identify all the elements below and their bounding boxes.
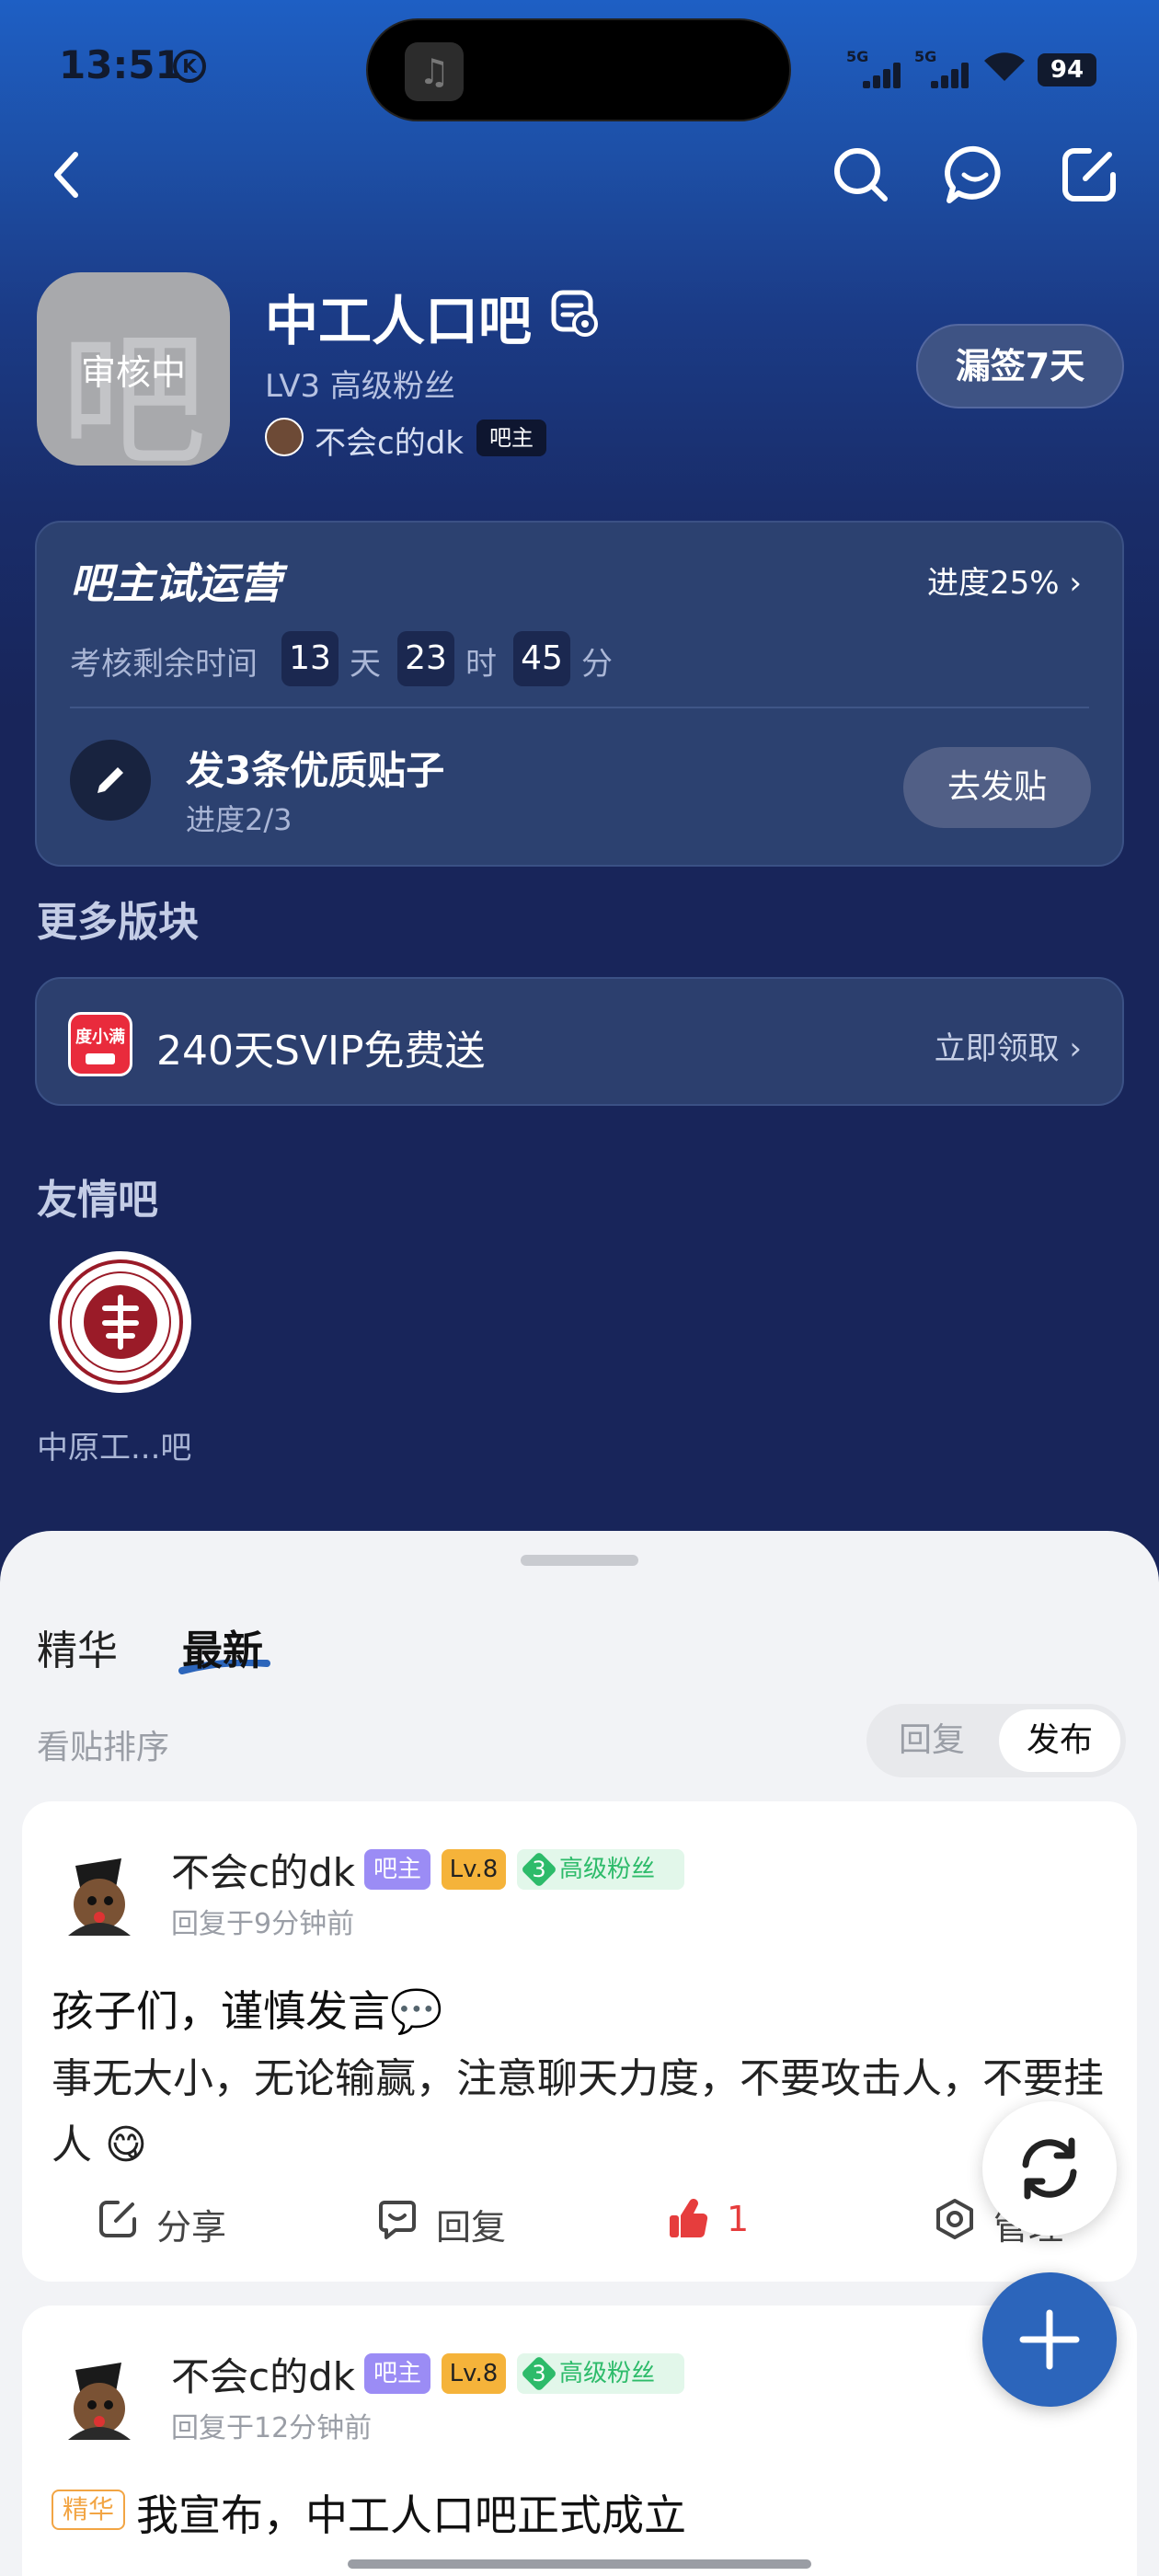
- go-post-button[interactable]: 去发贴: [903, 747, 1091, 828]
- remain-label: 考核剩余时间: [70, 646, 258, 683]
- author-avatar[interactable]: [48, 2344, 149, 2445]
- author-name[interactable]: 不会c的dk: [171, 1842, 355, 1898]
- search-icon[interactable]: [824, 138, 898, 212]
- owner-tag: 吧主: [364, 1849, 430, 1890]
- level-tag: Lv.8: [442, 1849, 506, 1890]
- owner-tag: 吧主: [364, 2353, 430, 2394]
- fan-tag: 3 高级粉丝: [517, 2353, 684, 2394]
- home-indicator[interactable]: [348, 2559, 811, 2569]
- trial-progress-link[interactable]: 进度25% ›: [927, 558, 1082, 603]
- more-sections-title: 更多版块: [37, 899, 199, 946]
- university-seal-icon: [58, 1259, 183, 1385]
- days-value: 13: [281, 631, 339, 686]
- sheet-handle[interactable]: [521, 1555, 638, 1566]
- status-bar: 13:51 K ♫ 5G 5G 94: [0, 0, 1159, 138]
- message-icon[interactable]: [938, 138, 1012, 212]
- author-avatar[interactable]: [48, 1840, 149, 1941]
- refresh-icon: [1022, 2137, 1077, 2200]
- level-tag: Lv.8: [442, 2353, 506, 2394]
- minutes-unit: 分: [581, 646, 613, 683]
- refresh-button[interactable]: [982, 2101, 1117, 2236]
- manage-icon: [936, 2199, 973, 2239]
- hours-value: 23: [397, 631, 454, 686]
- share-icon: [99, 2201, 136, 2237]
- thumbs-up-icon: [670, 2199, 708, 2238]
- post-card[interactable]: 不会c的dk 吧主 Lv.8 3 高级粉丝 回复于12分钟前 精华 我宣布，中工…: [22, 2306, 1137, 2576]
- battery-indicator: 94: [1038, 53, 1096, 86]
- status-time: 13:51: [59, 42, 182, 87]
- essence-tag: 精华: [52, 2490, 125, 2530]
- tab-essence[interactable]: 精华: [37, 1617, 118, 1676]
- sort-label: 看贴排序: [37, 1729, 170, 1766]
- friend-forums-title: 友情吧: [37, 1177, 158, 1224]
- task-title: 发3条优质贴子: [186, 748, 445, 793]
- sort-toggle: 回复 发布: [866, 1704, 1126, 1777]
- dynamic-island: ♫: [366, 18, 791, 121]
- sort-by-post[interactable]: 发布: [999, 1709, 1120, 1772]
- chevron-right-icon: ›: [1069, 1030, 1082, 1067]
- days-unit: 天: [350, 646, 381, 683]
- author-name[interactable]: 不会c的dk: [171, 2346, 355, 2402]
- minutes-value: 45: [513, 631, 570, 686]
- fan-tag: 3 高级粉丝: [517, 1849, 684, 1890]
- music-icon: ♫: [405, 42, 464, 101]
- friend-forum-name[interactable]: 中原工...吧: [37, 1422, 221, 1467]
- svip-promo-banner[interactable]: 度小满 240天SVIP免费送 立即领取 ›: [35, 977, 1124, 1106]
- post-title: 孩子们，谨慎发言💬: [52, 1986, 443, 2036]
- forum-name: 中工人口吧: [265, 290, 533, 352]
- divider: [70, 707, 1089, 708]
- chevron-right-icon: ›: [1069, 565, 1082, 602]
- post-card[interactable]: 不会c的dk 吧主 Lv.8 3 高级粉丝 回复于9分钟前 孩子们，谨慎发言💬 …: [22, 1801, 1137, 2282]
- owner-name: 不会c的dk: [315, 425, 464, 462]
- owner-avatar: [265, 418, 304, 456]
- post-title: 我宣布，中工人口吧正式成立: [136, 2490, 686, 2540]
- sort-by-reply[interactable]: 回复: [872, 1709, 992, 1772]
- post-time: 回复于12分钟前: [171, 2412, 373, 2444]
- hours-unit: 时: [465, 646, 497, 683]
- reply-icon: [379, 2201, 416, 2239]
- pencil-icon: [70, 740, 151, 821]
- sign-in-button[interactable]: 漏签7天: [916, 324, 1124, 408]
- owner-trial-card: 吧主试运营 进度25% › 考核剩余时间 13 天 23 时 45 分 发3条优…: [35, 521, 1124, 867]
- task-progress: 进度2/3: [186, 802, 293, 837]
- k-circle-icon: K: [173, 50, 206, 83]
- tab-latest[interactable]: 最新: [182, 1617, 263, 1676]
- trial-title: 吧主试运营: [70, 558, 281, 608]
- duxiaoman-logo: 度小满: [68, 1012, 132, 1076]
- forum-avatar[interactable]: 吧 审核中: [37, 272, 230, 466]
- forum-settings-icon[interactable]: [548, 285, 602, 339]
- plus-icon: [1019, 2309, 1080, 2370]
- owner-badge: 吧主: [476, 420, 546, 456]
- review-status: 审核中: [80, 352, 186, 393]
- post-time: 回复于9分钟前: [171, 1908, 355, 1940]
- friend-forum-logo[interactable]: [50, 1251, 191, 1393]
- user-level: LV3 高级粉丝: [265, 368, 455, 405]
- claim-link[interactable]: 立即领取 ›: [935, 1023, 1082, 1068]
- post-body: 事无大小，无论输赢，注意聊天力度，不要攻击人，不要挂人 😋: [52, 2055, 1104, 2168]
- back-icon[interactable]: [31, 138, 105, 212]
- promo-text: 240天SVIP免费送: [156, 1028, 486, 1075]
- new-post-button[interactable]: [982, 2272, 1117, 2407]
- edit-icon[interactable]: [1052, 138, 1126, 212]
- wifi-icon: [984, 52, 1025, 81]
